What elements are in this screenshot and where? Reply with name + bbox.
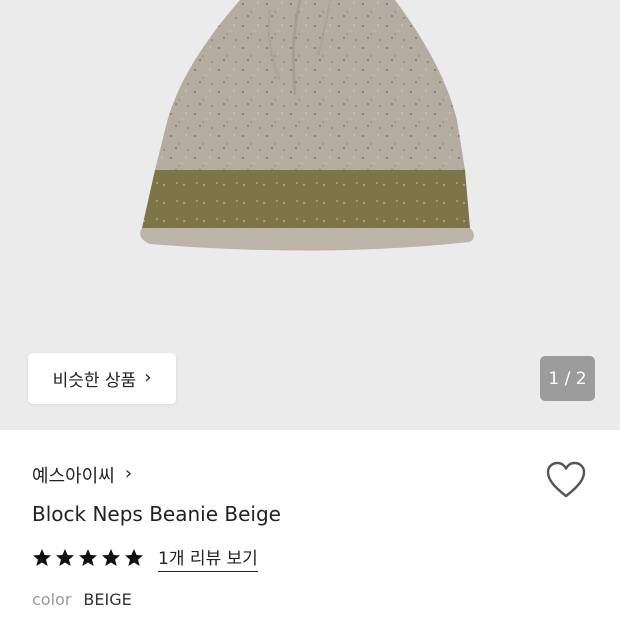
star-icon xyxy=(56,549,74,566)
star-icon xyxy=(33,549,51,566)
star-rating xyxy=(32,548,144,568)
rating-row: 1개 리뷰 보기 xyxy=(32,544,258,572)
star-icon xyxy=(102,549,120,566)
view-reviews-link[interactable]: 1개 리뷰 보기 xyxy=(158,544,258,572)
heart-icon[interactable] xyxy=(545,460,587,500)
similar-products-button[interactable]: 비슷한 상품 › xyxy=(28,353,176,404)
product-image-gallery[interactable]: 비슷한 상품 › 1 / 2 xyxy=(0,0,620,430)
similar-products-label: 비슷한 상품 xyxy=(52,371,137,391)
color-option: color BEIGE xyxy=(32,590,132,609)
star-icon xyxy=(79,549,97,566)
image-counter: 1 / 2 xyxy=(540,356,595,401)
brand-name: 예스아이씨 xyxy=(32,466,115,487)
brand-link[interactable]: 예스아이씨 › xyxy=(32,462,132,488)
chevron-right-icon: › xyxy=(124,463,133,484)
color-value: BEIGE xyxy=(83,590,132,609)
chevron-right-icon: › xyxy=(144,366,152,388)
product-title: Block Neps Beanie Beige xyxy=(32,502,281,526)
star-icon xyxy=(125,549,143,566)
color-label: color xyxy=(32,590,72,609)
